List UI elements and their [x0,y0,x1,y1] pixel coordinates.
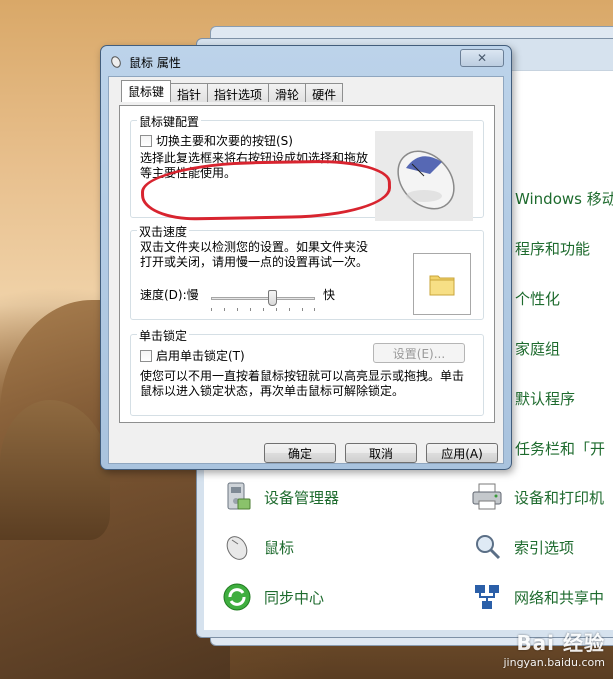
tab-strip: 鼠标键 指针 指针选项 滑轮 硬件 [121,80,344,102]
speed-slow-label: 速度(D):慢 [140,288,199,302]
apply-button[interactable]: 应用(A) [426,443,498,463]
cp-item-label: 鼠标 [264,538,295,557]
tab-panel-buttons: 鼠标键配置 切换主要和次要的按钮(S) 选择此复选框来将右按钮设成如选择和拖放 … [119,105,495,423]
switch-buttons-label: 切换主要和次要的按钮(S) [156,134,293,148]
cp-link-programs-features[interactable]: 程序和功能 [515,238,590,259]
group-title-double-click: 双击速度 [137,223,190,240]
sync-icon [220,580,254,614]
double-click-description: 双击文件夹以检测您的设置。如果文件夹没 打开或关闭，请用慢一点的设置再试一次。 [140,240,390,270]
cp-item-label: 同步中心 [264,588,325,607]
group-double-click: 双击速度 双击文件夹以检测您的设置。如果文件夹没 打开或关闭，请用慢一点的设置再… [130,223,484,320]
dialog-titlebar[interactable]: 鼠标 属性 ✕ [101,46,511,74]
mouse-properties-dialog: 鼠标 属性 ✕ 鼠标键 指针 指针选项 滑轮 硬件 鼠标键配置 切换主要和次要的… [100,45,512,470]
cp-item-label: 设备和打印机 [514,488,605,507]
group-title-click-lock: 单击锁定 [137,327,190,344]
mouse-illustration-icon [397,150,455,210]
cp-link-default-programs[interactable]: 默认程序 [515,388,575,409]
cp-item-label: 网络和共享中 [514,588,605,607]
click-lock-checkbox[interactable] [140,350,152,362]
cp-item-mouse[interactable]: 鼠标 [220,530,294,564]
slider-thumb[interactable] [268,290,277,306]
switch-buttons-checkbox[interactable] [140,135,152,147]
cancel-button[interactable]: 取消 [345,443,417,463]
switch-buttons-row[interactable]: 切换主要和次要的按钮(S) [140,132,293,149]
cp-item-label: 设备管理器 [264,488,340,507]
close-icon: ✕ [476,51,488,65]
ok-button[interactable]: 确定 [264,443,336,463]
cp-link-homegroup[interactable]: 家庭组 [515,338,560,359]
tab-wheel[interactable]: 滑轮 [268,83,307,102]
cp-link-taskbar-start[interactable]: 任务栏和「开 [515,438,605,459]
tab-pointers[interactable]: 指针 [170,83,209,102]
mouse-title-icon [109,54,123,71]
slider-track [211,297,315,300]
desc-line: 打开或关闭，请用慢一点的设置再试一次。 [140,255,369,269]
group-click-lock: 单击锁定 启用单击锁定(T) 设置(E)... 使您可以不用一直按着鼠标按钮就可… [130,327,484,416]
cp-item-devices-printers[interactable]: 设备和打印机 [470,480,604,514]
cp-item-device-manager[interactable]: 设备管理器 [220,480,339,514]
baidu-watermark: Bai 经验 jingyan.baidu.com [503,627,605,669]
close-button[interactable]: ✕ [460,49,504,67]
cp-item-label: 索引选项 [514,538,575,557]
printer-icon [470,480,504,514]
cp-item-network-sharing[interactable]: 网络和共享中 [470,580,604,614]
watermark-logo: Bai 经验 [516,631,605,655]
click-lock-row[interactable]: 启用单击锁定(T) [140,347,245,364]
cp-link-windows-mobility[interactable]: Windows 移动 [515,188,613,209]
mouse-preview-image [375,131,473,221]
network-icon [470,580,504,614]
click-lock-label: 启用单击锁定(T) [156,349,245,363]
desc-line: 鼠标以进入锁定状态，再次单击鼠标可解除锁定。 [140,384,405,398]
tab-hardware[interactable]: 硬件 [305,83,344,102]
desc-line: 双击文件夹以检测您的设置。如果文件夹没 [140,240,369,254]
click-lock-settings-button[interactable]: 设置(E)... [373,343,465,363]
cp-item-indexing-options[interactable]: 索引选项 [470,530,574,564]
test-folder-area[interactable] [413,253,471,315]
desc-line: 使您可以不用一直按着鼠标按钮就可以高亮显示或拖拽。单击 [140,369,465,383]
index-search-icon [470,530,504,564]
tab-pointer-options[interactable]: 指针选项 [207,83,270,102]
speed-fast-label: 快 [323,288,336,302]
device-manager-icon [220,480,254,514]
mouse-icon [220,530,254,564]
click-lock-description: 使您可以不用一直按着鼠标按钮就可以高亮显示或拖拽。单击 鼠标以进入锁定状态，再次… [140,369,476,399]
dialog-client-area: 鼠标键 指针 指针选项 滑轮 硬件 鼠标键配置 切换主要和次要的按钮(S) 选择… [108,76,504,464]
watermark-url: jingyan.baidu.com [503,656,605,669]
cp-link-personalization[interactable]: 个性化 [515,288,560,309]
double-click-speed-slider[interactable] [211,289,315,311]
folder-icon [429,275,455,296]
group-title-button-config: 鼠标键配置 [137,113,202,130]
dialog-title: 鼠标 属性 [129,56,181,70]
tab-buttons[interactable]: 鼠标键 [121,80,172,102]
cp-item-sync-center[interactable]: 同步中心 [220,580,324,614]
